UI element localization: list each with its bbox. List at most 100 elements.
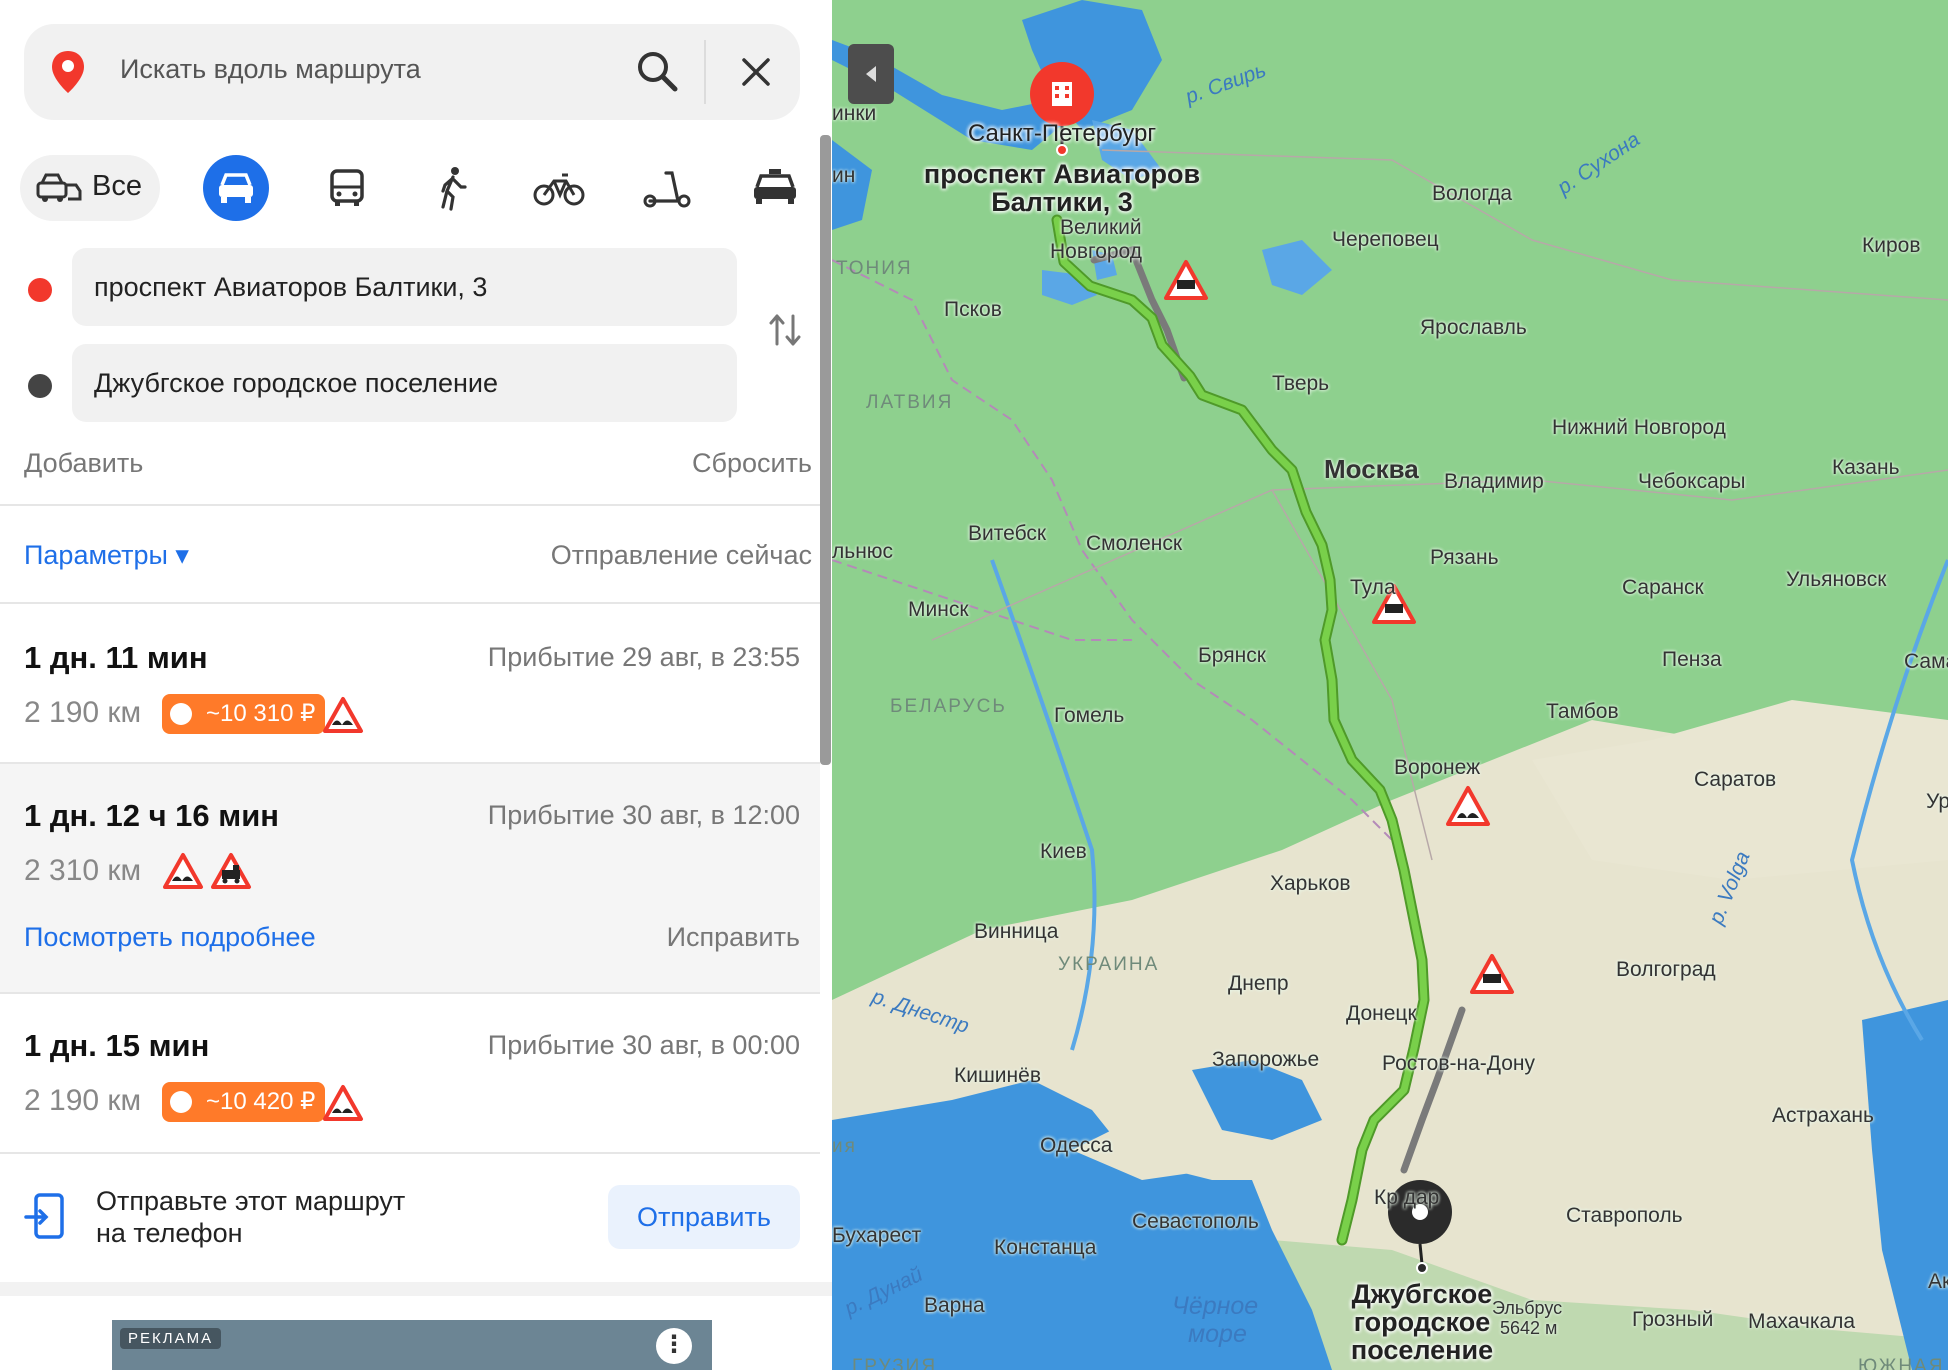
coins-icon (170, 703, 192, 725)
city-label: Владимир (1444, 470, 1544, 493)
bumps-warning-icon (323, 1085, 363, 1121)
swap-icon[interactable] (765, 310, 805, 350)
route-option[interactable]: 1 дн. 15 мин Прибытие 30 авг, в 00:00 2 … (0, 994, 820, 1152)
bumps-warning-icon (323, 697, 363, 733)
ad-banner[interactable]: РЕКЛАМА ⋮ (112, 1320, 712, 1370)
send-button[interactable]: Отправить (608, 1185, 800, 1249)
add-point-link[interactable]: Добавить (24, 448, 143, 479)
city-label: Волгоград (1616, 958, 1716, 981)
toll-badge: ~10 420 ₽ (162, 1082, 326, 1122)
city-label: Вологда (1432, 182, 1513, 205)
route-details-link[interactable]: Посмотреть подробнее (24, 922, 316, 953)
route-distance: 2 190 км (24, 696, 142, 729)
city-label: инки (832, 102, 877, 125)
phone-send-icon (24, 1193, 64, 1239)
departure-link[interactable]: Отправление сейчас (551, 540, 812, 571)
coins-icon (170, 1091, 192, 1113)
city-label: Пенза (1662, 648, 1722, 671)
city-label: Великий (1060, 216, 1142, 239)
search-icon[interactable] (634, 48, 680, 94)
city-label: Ак (1928, 1270, 1948, 1293)
close-icon[interactable] (740, 56, 772, 88)
bumps-warning-icon (163, 853, 203, 889)
from-field[interactable]: проспект Авиаторов Балтики, 3 (72, 248, 737, 326)
ad-label: РЕКЛАМА (120, 1328, 222, 1349)
to-field[interactable]: Джубгское городское поселение (72, 344, 737, 422)
params-link[interactable]: Параметры ▾ (24, 540, 189, 571)
city-label: Минск (908, 598, 969, 621)
city-label: Брянск (1198, 644, 1266, 667)
collapse-sidebar-button[interactable] (848, 44, 894, 104)
section-gap (0, 1282, 832, 1296)
city-label: Констанца (994, 1236, 1097, 1259)
city-label: Ур (1926, 790, 1948, 813)
city-label: Ставрополь (1566, 1204, 1683, 1227)
city-label: Грозный (1632, 1308, 1714, 1331)
city-label: Казань (1832, 456, 1900, 479)
city-label: ин (832, 164, 856, 187)
city-label: Москва (1324, 454, 1419, 484)
city-label: Запорожье (1212, 1048, 1320, 1071)
end-point-dot (28, 374, 52, 398)
city-label: Саратов (1694, 768, 1777, 791)
scooter-icon[interactable] (640, 161, 694, 215)
divider (0, 1152, 820, 1154)
transport-modes: Все (20, 155, 800, 221)
scrollbar[interactable] (820, 135, 831, 765)
city-label: Самара (1904, 650, 1948, 673)
sea-label: море (1188, 1320, 1247, 1348)
chevron-left-icon (866, 66, 876, 82)
map-view[interactable]: Санкт-Петербург проспект Авиаторов Балти… (832, 0, 1948, 1370)
city-label: Тверь (1272, 372, 1330, 395)
city-label: Саранск (1622, 576, 1704, 599)
route-option[interactable]: 1 дн. 11 мин Прибытие 29 авг, в 23:55 2 … (0, 604, 820, 762)
mode-all-button[interactable]: Все (20, 155, 160, 221)
city-label: Чебоксары (1638, 470, 1746, 493)
mode-all-label: Все (92, 170, 142, 202)
route-arrival: Прибытие 30 авг, в 00:00 (487, 1030, 800, 1060)
city-label: Харьков (1270, 872, 1351, 895)
city-label: Ульяновск (1786, 568, 1887, 591)
mode-car-button[interactable] (203, 155, 269, 221)
location-pin-icon (52, 51, 84, 93)
city-label: Киров (1862, 234, 1921, 257)
peak-label: Эльбрус (1492, 1298, 1563, 1318)
country-label: ТОНИЯ (836, 258, 913, 279)
bicycle-icon[interactable] (532, 161, 586, 215)
city-label: Витебск (968, 522, 1047, 545)
city-label: Киев (1040, 840, 1087, 863)
country-label: УКРАИНА (1058, 954, 1160, 975)
city-label: Рязань (1430, 546, 1499, 569)
start-pin-label: Балтики, 3 (991, 187, 1133, 217)
city-label: Астрахань (1772, 1104, 1874, 1127)
city-label: Винница (974, 920, 1059, 943)
bus-icon[interactable] (320, 161, 374, 215)
send-text: Отправьте этот маршрут (96, 1186, 406, 1216)
toll-amount: ~10 420 ₽ (206, 1088, 316, 1115)
report-error-link[interactable]: Исправить (667, 922, 800, 953)
city-label: Махачкала (1748, 1310, 1856, 1333)
walk-icon[interactable] (425, 161, 479, 215)
country-label: БЕЛАРУСЬ (890, 696, 1007, 717)
peak-label: 5642 м (1500, 1318, 1558, 1338)
country-label: ЛАТВИЯ (866, 392, 954, 413)
route-time: 1 дн. 15 мин (24, 1028, 210, 1063)
start-pin-label: проспект Авиаторов (923, 159, 1201, 189)
route-arrival: Прибытие 30 авг, в 12:00 (487, 800, 800, 830)
search-box[interactable]: Искать вдоль маршрута (24, 24, 800, 120)
taxi-icon[interactable] (748, 161, 802, 215)
city-label: льнюс (832, 540, 894, 563)
toll-badge: ~10 310 ₽ (162, 694, 326, 734)
city-label: Тамбов (1546, 700, 1619, 723)
city-label: Одесса (1040, 1134, 1113, 1157)
city-label: Кр дар (1374, 1186, 1440, 1209)
city-label: ия (832, 1136, 857, 1157)
more-icon[interactable]: ⋮ (656, 1328, 692, 1364)
reset-link[interactable]: Сбросить (692, 448, 812, 479)
divider (0, 504, 820, 506)
cars-icon (36, 173, 82, 202)
search-input[interactable]: Искать вдоль маршрута (120, 54, 421, 85)
route-option-selected[interactable]: 1 дн. 12 ч 16 мин Прибытие 30 авг, в 12:… (0, 764, 820, 992)
city-label: Днепр (1228, 972, 1289, 995)
city-label: Донецк (1346, 1002, 1417, 1025)
